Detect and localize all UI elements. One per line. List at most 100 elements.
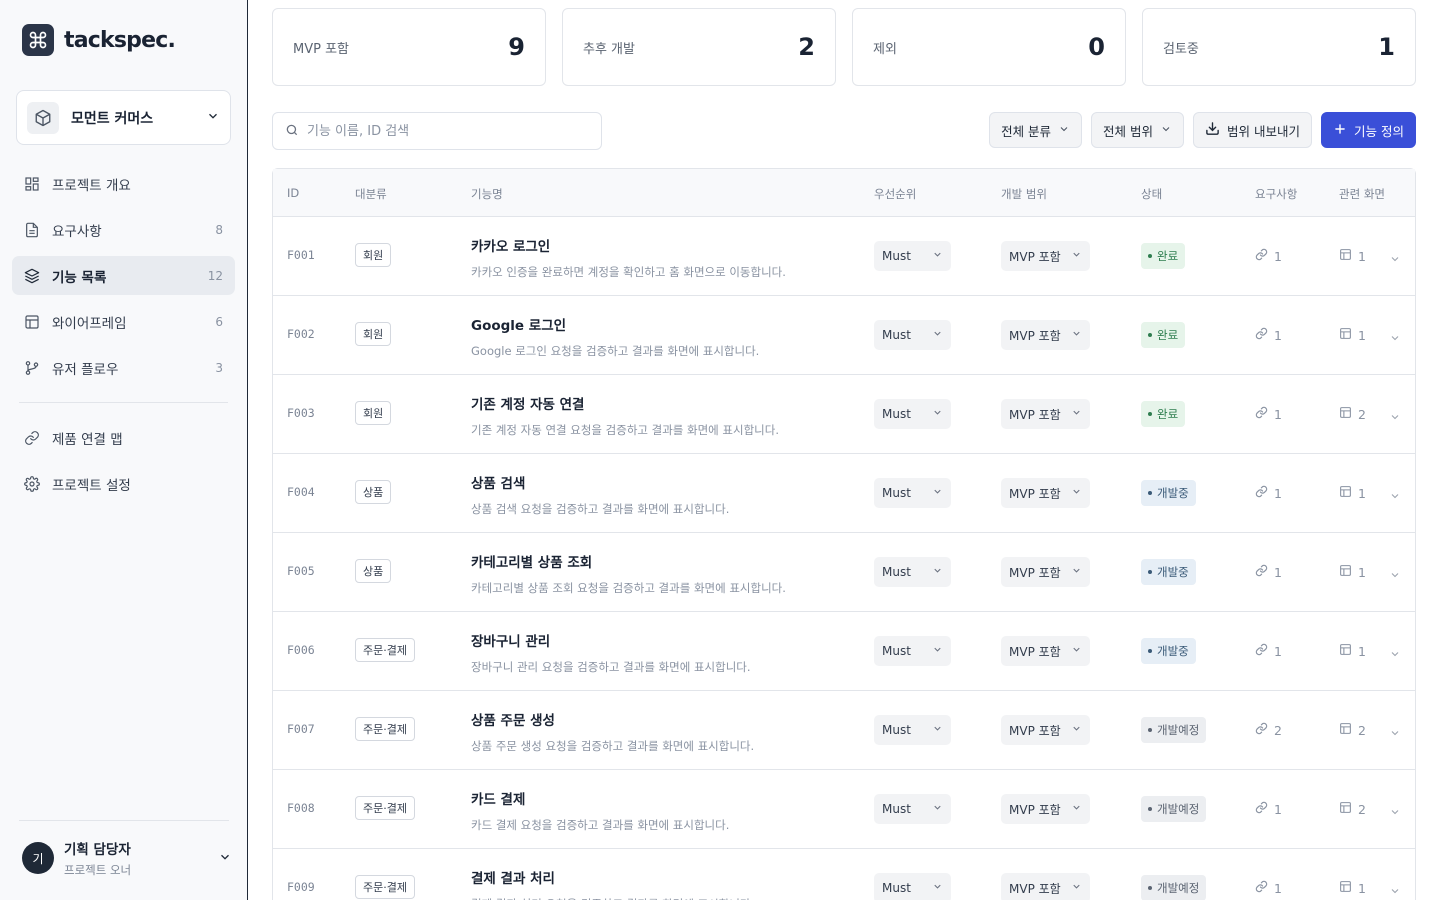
sidebar-item-overview[interactable]: 프로젝트 개요 bbox=[12, 164, 235, 203]
requirements-link[interactable]: 1 bbox=[1255, 643, 1282, 659]
add-feature-button[interactable]: 기능 정의 bbox=[1321, 112, 1416, 148]
sidebar-item-product-map[interactable]: 제품 연결 맵 bbox=[12, 418, 235, 457]
header-screens[interactable]: 관련 화면 bbox=[1339, 186, 1385, 202]
scope-select[interactable]: MVP 포함 bbox=[1001, 241, 1090, 271]
requirements-link[interactable]: 1 bbox=[1255, 485, 1282, 501]
link-icon bbox=[1255, 327, 1268, 343]
search-input[interactable] bbox=[307, 123, 577, 139]
header-category[interactable]: 대분류 bbox=[355, 186, 387, 202]
scope-select[interactable]: MVP 포함 bbox=[1001, 320, 1090, 350]
feature-name[interactable]: 카드 결제 bbox=[471, 788, 729, 808]
project-selector[interactable]: 모먼트 커머스 bbox=[16, 90, 231, 145]
feature-name[interactable]: 장바구니 관리 bbox=[471, 630, 751, 650]
expand-row-chevron-icon[interactable] bbox=[1389, 487, 1401, 506]
sidebar-item-requirements[interactable]: 요구사항 8 bbox=[12, 210, 235, 249]
feature-name[interactable]: 상품 주문 생성 bbox=[471, 709, 754, 729]
sidebar-item-user-flows[interactable]: 유저 플로우 3 bbox=[12, 348, 235, 387]
table-row[interactable]: F005 상품 카테고리별 상품 조회 카테고리별 상품 조회 요청을 검증하고… bbox=[273, 533, 1415, 612]
header-name[interactable]: 기능명 bbox=[471, 186, 503, 202]
sidebar-item-settings[interactable]: 프로젝트 설정 bbox=[12, 464, 235, 503]
table-row[interactable]: F009 주문·결제 결제 결과 처리 결제 결과 처리 요청을 검증하고 결과… bbox=[273, 849, 1415, 900]
scope-select[interactable]: MVP 포함 bbox=[1001, 478, 1090, 508]
feature-id: F003 bbox=[287, 406, 315, 420]
priority-select[interactable]: Must bbox=[874, 636, 951, 666]
screens-count: 1 bbox=[1358, 643, 1366, 659]
status-badge[interactable]: 개발중 bbox=[1141, 638, 1196, 664]
table-row[interactable]: F007 주문·결제 상품 주문 생성 상품 주문 생성 요청을 검증하고 결과… bbox=[273, 691, 1415, 770]
scope-select[interactable]: MVP 포함 bbox=[1001, 873, 1090, 900]
screens-link[interactable]: 2 bbox=[1339, 406, 1366, 422]
expand-row-chevron-icon[interactable] bbox=[1389, 408, 1401, 427]
screens-link[interactable]: 2 bbox=[1339, 722, 1366, 738]
screens-link[interactable]: 1 bbox=[1339, 643, 1366, 659]
screens-link[interactable]: 2 bbox=[1339, 801, 1366, 817]
expand-row-chevron-icon[interactable] bbox=[1389, 566, 1401, 585]
feature-name[interactable]: 카카오 로그인 bbox=[471, 235, 786, 255]
scope-select[interactable]: MVP 포함 bbox=[1001, 399, 1090, 429]
table-row[interactable]: F002 회원 Google 로그인 Google 로그인 요청을 검증하고 결… bbox=[273, 296, 1415, 375]
feature-name[interactable]: 상품 검색 bbox=[471, 472, 729, 492]
priority-select[interactable]: Must bbox=[874, 873, 951, 900]
feature-name[interactable]: 결제 결과 처리 bbox=[471, 867, 754, 887]
table-row[interactable]: F004 상품 상품 검색 상품 검색 요청을 검증하고 결과를 화면에 표시합… bbox=[273, 454, 1415, 533]
requirements-link[interactable]: 2 bbox=[1255, 722, 1282, 738]
expand-row-chevron-icon[interactable] bbox=[1389, 724, 1401, 743]
header-scope[interactable]: 개발 범위 bbox=[1001, 186, 1047, 202]
screens-link[interactable]: 1 bbox=[1339, 248, 1366, 264]
screens-link[interactable]: 1 bbox=[1339, 880, 1366, 896]
expand-row-chevron-icon[interactable] bbox=[1389, 250, 1401, 269]
table-row[interactable]: F008 주문·결제 카드 결제 카드 결제 요청을 검증하고 결과를 화면에 … bbox=[273, 770, 1415, 849]
scope-select[interactable]: MVP 포함 bbox=[1001, 794, 1090, 824]
header-status[interactable]: 상태 bbox=[1141, 186, 1162, 202]
screens-link[interactable]: 1 bbox=[1339, 327, 1366, 343]
priority-select[interactable]: Must bbox=[874, 715, 951, 745]
screens-link[interactable]: 1 bbox=[1339, 485, 1366, 501]
category-filter-dropdown[interactable]: 전체 분류 bbox=[989, 112, 1083, 148]
feature-name[interactable]: 카테고리별 상품 조회 bbox=[471, 551, 786, 571]
feature-name[interactable]: Google 로그인 bbox=[471, 314, 759, 334]
status-badge[interactable]: 개발예정 bbox=[1141, 717, 1207, 743]
sidebar-item-wireframes[interactable]: 와이어프레임 6 bbox=[12, 302, 235, 341]
requirements-link[interactable]: 1 bbox=[1255, 801, 1282, 817]
priority-select[interactable]: Must bbox=[874, 794, 951, 824]
table-row[interactable]: F001 회원 카카오 로그인 카카오 인증을 완료하면 계정을 확인하고 홈 … bbox=[273, 217, 1415, 296]
expand-row-chevron-icon[interactable] bbox=[1389, 803, 1401, 822]
expand-row-chevron-icon[interactable] bbox=[1389, 645, 1401, 664]
export-scope-button[interactable]: 범위 내보내기 bbox=[1193, 112, 1313, 148]
header-id[interactable]: ID bbox=[287, 186, 299, 200]
table-row[interactable]: F006 주문·결제 장바구니 관리 장바구니 관리 요청을 검증하고 결과를 … bbox=[273, 612, 1415, 691]
status-badge[interactable]: 개발예정 bbox=[1141, 796, 1207, 822]
feature-name[interactable]: 기존 계정 자동 연결 bbox=[471, 393, 779, 413]
status-badge[interactable]: 개발예정 bbox=[1141, 875, 1207, 900]
header-requirements[interactable]: 요구사항 bbox=[1255, 186, 1297, 202]
scope-select[interactable]: MVP 포함 bbox=[1001, 557, 1090, 587]
priority-select[interactable]: Must bbox=[874, 478, 951, 508]
requirements-link[interactable]: 1 bbox=[1255, 880, 1282, 896]
status-badge[interactable]: 개발중 bbox=[1141, 559, 1196, 585]
status-badge[interactable]: 완료 bbox=[1141, 243, 1186, 269]
scope-select[interactable]: MVP 포함 bbox=[1001, 636, 1090, 666]
priority-select[interactable]: Must bbox=[874, 320, 951, 350]
chevron-down-icon bbox=[1071, 723, 1082, 737]
table-row[interactable]: F003 회원 기존 계정 자동 연결 기존 계정 자동 연결 요청을 검증하고… bbox=[273, 375, 1415, 454]
user-menu[interactable]: 기 기획 담당자 프로젝트 오너 bbox=[22, 838, 232, 878]
requirements-link[interactable]: 1 bbox=[1255, 248, 1282, 264]
expand-row-chevron-icon[interactable] bbox=[1389, 329, 1401, 348]
requirements-link[interactable]: 1 bbox=[1255, 406, 1282, 422]
status-badge[interactable]: 개발중 bbox=[1141, 480, 1196, 506]
requirements-link[interactable]: 1 bbox=[1255, 327, 1282, 343]
priority-select[interactable]: Must bbox=[874, 399, 951, 429]
status-badge[interactable]: 완료 bbox=[1141, 401, 1186, 427]
logo[interactable]: tackspec. bbox=[22, 24, 176, 56]
priority-select[interactable]: Must bbox=[874, 557, 951, 587]
screens-link[interactable]: 1 bbox=[1339, 564, 1366, 580]
priority-select[interactable]: Must bbox=[874, 241, 951, 271]
sidebar-item-features[interactable]: 기능 목록 12 bbox=[12, 256, 235, 295]
scope-filter-dropdown[interactable]: 전체 범위 bbox=[1091, 112, 1185, 148]
scope-select[interactable]: MVP 포함 bbox=[1001, 715, 1090, 745]
expand-row-chevron-icon[interactable] bbox=[1389, 882, 1401, 900]
requirements-link[interactable]: 1 bbox=[1255, 564, 1282, 580]
status-badge[interactable]: 완료 bbox=[1141, 322, 1186, 348]
header-priority[interactable]: 우선순위 bbox=[874, 186, 916, 202]
search-box[interactable] bbox=[272, 112, 602, 150]
